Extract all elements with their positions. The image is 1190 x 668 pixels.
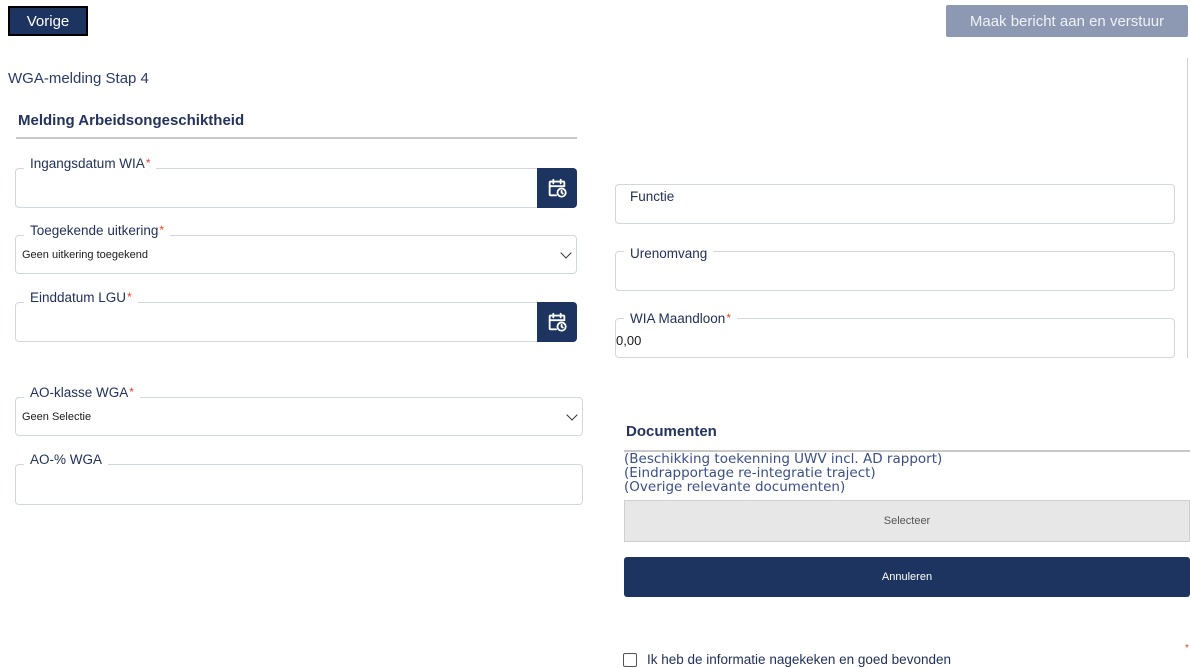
ingangsdatum-wia-field[interactable]: Ingangsdatum WIA* <box>15 156 577 208</box>
calendar-clock-icon <box>548 312 567 332</box>
toegekende-uitkering-select[interactable]: Toegekende uitkering* Geen uitkering toe… <box>15 223 577 274</box>
ingangsdatum-wia-label: Ingangsdatum WIA* <box>24 156 157 171</box>
einddatum-lgu-field[interactable]: Einddatum LGU* <box>15 290 577 342</box>
ingangsdatum-calendar-button[interactable] <box>537 168 577 208</box>
confirm-checkbox[interactable] <box>623 652 637 667</box>
urenomvang-label: Urenomvang <box>624 246 714 261</box>
confirm-row: Ik heb de informatie nagekeken en goed b… <box>623 652 951 667</box>
right-divider <box>1187 58 1188 358</box>
einddatum-lgu-label: Einddatum LGU* <box>24 290 138 305</box>
calendar-clock-icon <box>548 178 567 198</box>
required-marker: * <box>1185 643 1189 654</box>
confirm-label: Ik heb de informatie nagekeken en goed b… <box>647 652 951 667</box>
document-item: (Overige relevante documenten) <box>624 479 846 495</box>
section-title: Melding Arbeidsongeschiktheid <box>18 112 245 129</box>
functie-field[interactable]: Functie <box>615 184 1175 224</box>
section-divider <box>16 137 577 139</box>
wia-maandloon-field[interactable]: WIA Maandloon* 0,00 <box>615 311 1175 358</box>
toegekende-uitkering-value: Geen uitkering toegekend <box>22 249 148 261</box>
chevron-down-icon <box>566 408 578 421</box>
functie-label: Functie <box>624 189 681 204</box>
select-documents-button[interactable]: Selecteer <box>624 500 1190 542</box>
chevron-down-icon <box>560 246 572 259</box>
ao-klasse-wga-select[interactable]: AO-klasse WGA* Geen Selectie <box>15 385 583 436</box>
step-title: WGA-melding Stap 4 <box>8 70 149 87</box>
cancel-button[interactable]: Annuleren <box>624 557 1190 597</box>
previous-button[interactable]: Vorige <box>8 6 88 36</box>
ao-percentage-wga-field[interactable]: AO-% WGA <box>15 452 583 505</box>
einddatum-calendar-button[interactable] <box>537 302 577 342</box>
documents-list: (Beschikking toekenning UWV incl. AD rap… <box>624 452 942 494</box>
ao-percentage-wga-label: AO-% WGA <box>24 452 109 467</box>
documents-title: Documenten <box>626 423 717 440</box>
wia-maandloon-label: WIA Maandloon* <box>624 311 737 326</box>
ao-klasse-wga-value: Geen Selectie <box>22 411 92 423</box>
toegekende-uitkering-label: Toegekende uitkering* <box>24 223 171 238</box>
document-item: (Eindrapportage re-integratie traject) <box>624 465 876 481</box>
document-item: (Beschikking toekenning UWV incl. AD rap… <box>624 451 943 467</box>
wia-maandloon-value: 0,00 <box>616 333 642 348</box>
ao-klasse-wga-label: AO-klasse WGA* <box>24 385 140 400</box>
urenomvang-field[interactable]: Urenomvang <box>615 246 1175 291</box>
create-and-send-button[interactable]: Maak bericht aan en verstuur <box>946 5 1188 37</box>
